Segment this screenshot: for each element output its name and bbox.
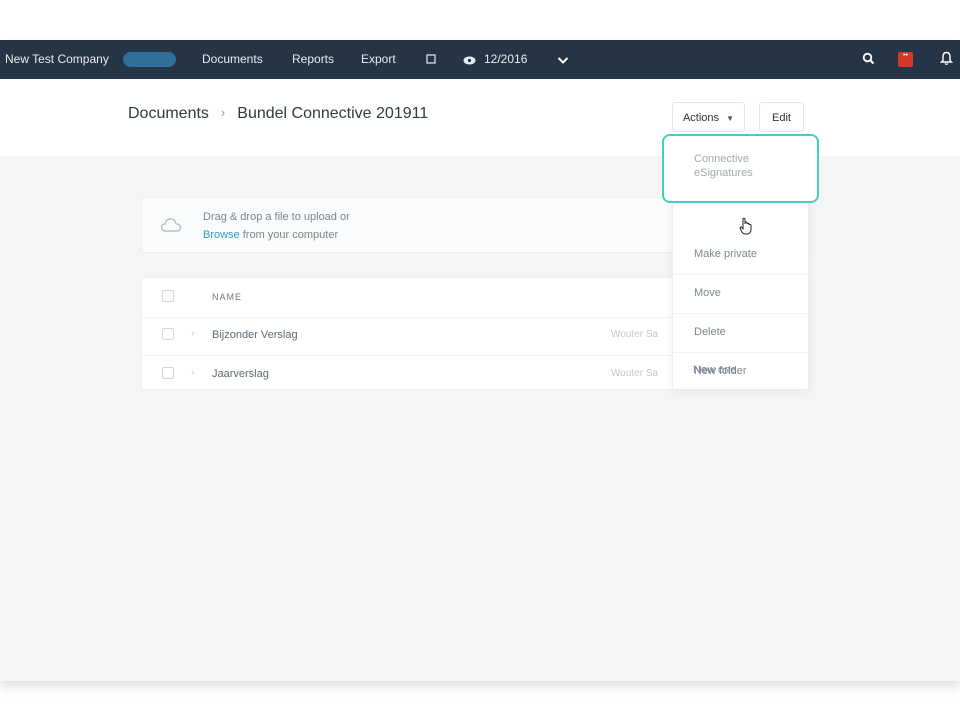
expand-icon[interactable]: › (191, 328, 194, 339)
bell-icon[interactable] (939, 51, 954, 69)
menu-item-label: New one (693, 364, 737, 376)
breadcrumb-separator: › (220, 105, 226, 120)
document-owner: Wouter Sa (611, 368, 659, 379)
menu-item-label: Delete (694, 326, 726, 338)
row-checkbox[interactable] (162, 328, 174, 340)
menu-item-connective-esignatures[interactable]: Connective eSignatures (662, 134, 819, 203)
column-header-name[interactable]: NAME (212, 292, 242, 302)
menu-item-new-one[interactable]: New one (672, 351, 809, 391)
upload-browse-suffix: from your computer (239, 229, 339, 241)
upload-instruction: Drag & drop a file to upload or (203, 211, 350, 223)
company-name[interactable]: New Test Company (5, 52, 109, 66)
row-checkbox[interactable] (162, 367, 174, 379)
menu-item-move[interactable]: Move (673, 274, 808, 314)
expand-icon[interactable]: › (191, 367, 194, 378)
actions-button[interactable]: Actions ▼ (672, 102, 745, 132)
chevron-down-icon[interactable] (557, 54, 569, 68)
hand-cursor-icon (739, 217, 753, 240)
search-icon[interactable] (862, 52, 875, 68)
nav-export[interactable]: Export (361, 52, 396, 66)
menu-item-label: Connective eSignatures (694, 153, 753, 179)
menu-item-make-private[interactable]: Make private (673, 235, 808, 275)
document-owner: Wouter Sa (611, 329, 659, 340)
nav-reports[interactable]: Reports (292, 52, 334, 66)
select-all-checkbox[interactable] (162, 290, 174, 302)
nav-documents[interactable]: Documents (202, 52, 263, 66)
breadcrumb-documents[interactable]: Documents (128, 105, 209, 122)
browse-link[interactable]: Browse (203, 229, 240, 241)
breadcrumb: Documents › Bundel Connective 201911 (128, 105, 428, 123)
square-icon[interactable] (426, 53, 436, 67)
notification-count: •• (903, 52, 908, 59)
caret-down-icon: ▼ (726, 114, 735, 123)
document-name[interactable]: Jaarverslag (212, 368, 269, 380)
menu-item-label: Make private (694, 248, 757, 260)
top-navigation-bar: New Test Company Documents Reports Expor… (0, 40, 960, 79)
eye-icon (463, 54, 476, 68)
upload-browse-line: Browse from your computer (203, 229, 338, 241)
app-window: New Test Company Documents Reports Expor… (0, 40, 960, 681)
period-label[interactable]: 12/2016 (484, 52, 527, 66)
company-badge (123, 52, 176, 67)
menu-item-delete[interactable]: Delete (673, 313, 808, 353)
actions-label: Actions (682, 112, 720, 124)
edit-button[interactable]: Edit (759, 102, 804, 132)
cloud-upload-icon (160, 217, 182, 238)
breadcrumb-current: Bundel Connective 201911 (237, 105, 429, 122)
document-name[interactable]: Bijzonder Verslag (212, 329, 298, 341)
menu-item-label: Move (694, 287, 721, 299)
